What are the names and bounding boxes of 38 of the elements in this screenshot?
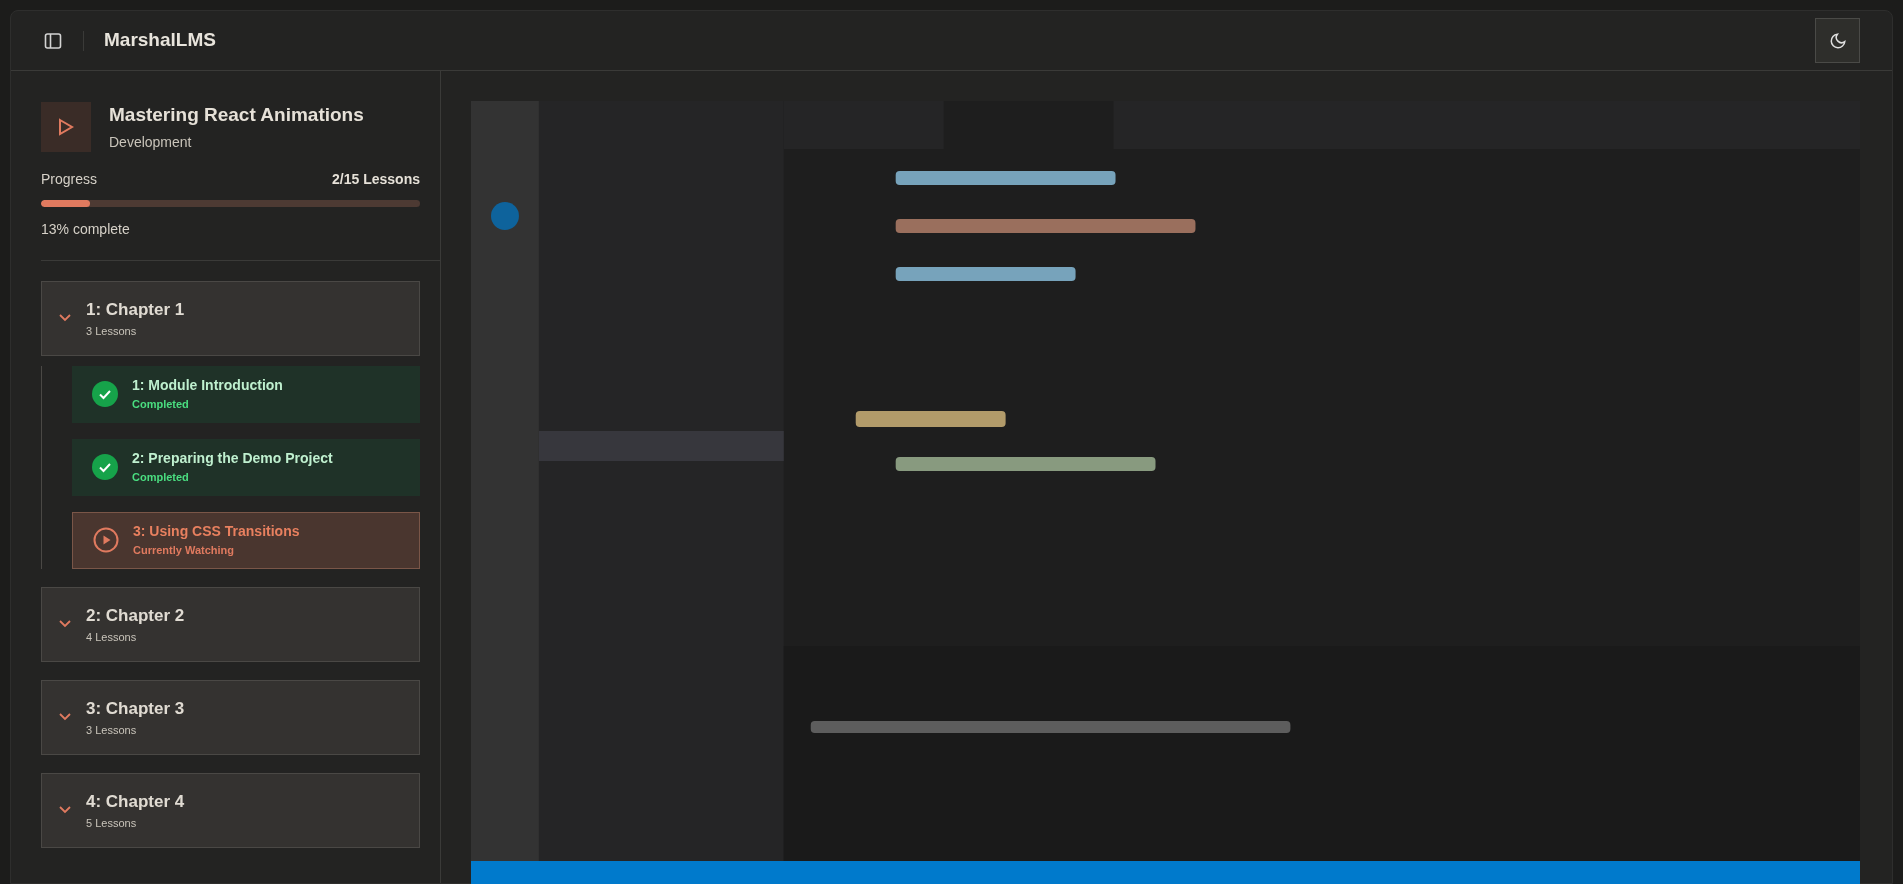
chapter-lesson-count: 3 Lessons xyxy=(86,323,138,339)
progress-label: Progress xyxy=(41,169,98,189)
lesson-status: Completed xyxy=(132,397,190,413)
app-title: MarshalLMS xyxy=(104,28,216,53)
chapter-header[interactable]: 2: Chapter 2 4 Lessons xyxy=(41,586,420,662)
lesson-title: 2: Preparing the Demo Project xyxy=(132,449,333,469)
lesson-status: Currently Watching xyxy=(133,543,236,559)
moon-icon xyxy=(1828,31,1847,50)
play-icon xyxy=(58,117,74,136)
chapter-lesson-count: 3 Lessons xyxy=(86,722,138,738)
chevron-down-icon xyxy=(58,805,72,815)
course-title: Mastering React Animations xyxy=(109,103,364,127)
lessons-progress-count: 2/15 Lessons xyxy=(332,169,420,189)
play-circle-icon xyxy=(93,527,119,553)
chapter-title: 2: Chapter 2 xyxy=(86,605,185,627)
progress-percent: 13% complete xyxy=(41,219,131,239)
lesson-item[interactable]: 2: Preparing the Demo Project Completed xyxy=(72,438,420,496)
check-circle-icon xyxy=(92,381,118,407)
sidebar-toggle-icon[interactable] xyxy=(43,30,63,51)
course-category: Development xyxy=(109,132,193,152)
chapter-title: 1: Chapter 1 xyxy=(86,299,185,321)
chevron-down-icon xyxy=(58,619,72,629)
chapter-lesson-count: 4 Lessons xyxy=(86,629,138,645)
chapter-lesson-count: 5 Lessons xyxy=(86,815,138,831)
chevron-down-icon xyxy=(58,313,72,323)
lesson-status: Completed xyxy=(132,470,190,486)
chapter-header[interactable]: 4: Chapter 4 5 Lessons xyxy=(41,772,420,848)
theme-toggle-button[interactable] xyxy=(1815,18,1860,63)
lesson-title: 3: Using CSS Transitions xyxy=(133,522,300,542)
check-circle-icon xyxy=(92,454,118,480)
chapter-header[interactable]: 3: Chapter 3 3 Lessons xyxy=(41,679,420,755)
lesson-item[interactable]: 1: Module Introduction Completed xyxy=(72,365,420,423)
lesson-title: 1: Module Introduction xyxy=(132,376,283,396)
chapter-title: 3: Chapter 3 xyxy=(86,698,185,720)
lesson-item[interactable]: 3: Using CSS Transitions Currently Watching xyxy=(72,511,420,569)
chapter-title: 4: Chapter 4 xyxy=(86,791,185,813)
chevron-down-icon xyxy=(58,712,72,722)
chapter-header[interactable]: 1: Chapter 1 3 Lessons xyxy=(41,280,420,356)
